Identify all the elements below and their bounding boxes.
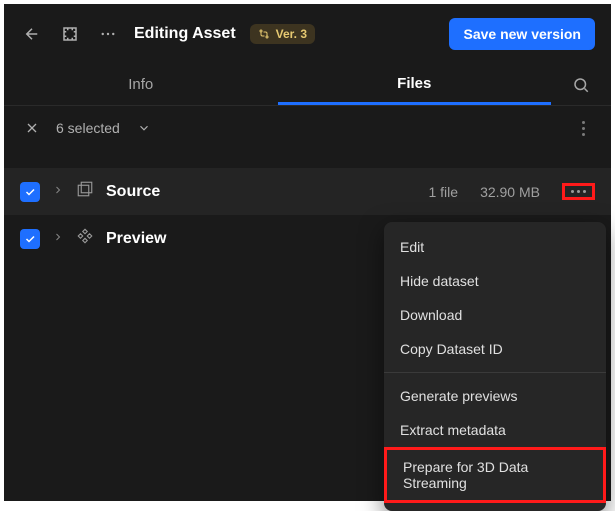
checkbox-preview[interactable]: [20, 229, 40, 249]
preview-dataset-icon: [76, 227, 94, 250]
tab-search[interactable]: [551, 64, 611, 105]
save-new-version-button[interactable]: Save new version: [449, 18, 595, 50]
selection-more-button[interactable]: [571, 121, 595, 136]
checkbox-source[interactable]: [20, 182, 40, 202]
row-size-source: 32.90 MB: [480, 184, 540, 200]
back-button[interactable]: [20, 22, 44, 46]
row-label-source: Source: [106, 183, 160, 201]
menu-prepare-3d-streaming[interactable]: Prepare for 3D Data Streaming: [384, 447, 606, 503]
tab-info[interactable]: Info: [4, 64, 278, 105]
version-label: Ver. 3: [276, 27, 307, 41]
selection-dropdown[interactable]: [132, 116, 156, 140]
menu-edit[interactable]: Edit: [384, 230, 606, 264]
row-more-button-source[interactable]: [562, 183, 595, 200]
source-dataset-icon: [76, 180, 94, 203]
selection-count: 6 selected: [56, 120, 120, 136]
row-label-preview: Preview: [106, 230, 166, 248]
fullscreen-icon[interactable]: [58, 22, 82, 46]
tab-files[interactable]: Files: [278, 64, 552, 105]
row-filecount-source: 1 file: [428, 184, 458, 200]
context-menu: Edit Hide dataset Download Copy Dataset …: [384, 222, 606, 511]
clear-selection-button[interactable]: [20, 116, 44, 140]
menu-download[interactable]: Download: [384, 298, 606, 332]
menu-hide-dataset[interactable]: Hide dataset: [384, 264, 606, 298]
menu-divider: [384, 372, 606, 373]
page-title: Editing Asset: [134, 25, 236, 43]
version-badge[interactable]: Ver. 3: [250, 24, 315, 44]
menu-copy-dataset-id[interactable]: Copy Dataset ID: [384, 332, 606, 366]
more-icon[interactable]: [96, 22, 120, 46]
expand-preview[interactable]: [52, 230, 64, 248]
menu-generate-previews[interactable]: Generate previews: [384, 379, 606, 413]
dataset-row-source[interactable]: Source 1 file 32.90 MB: [4, 168, 611, 215]
menu-extract-metadata[interactable]: Extract metadata: [384, 413, 606, 447]
expand-source[interactable]: [52, 183, 64, 201]
